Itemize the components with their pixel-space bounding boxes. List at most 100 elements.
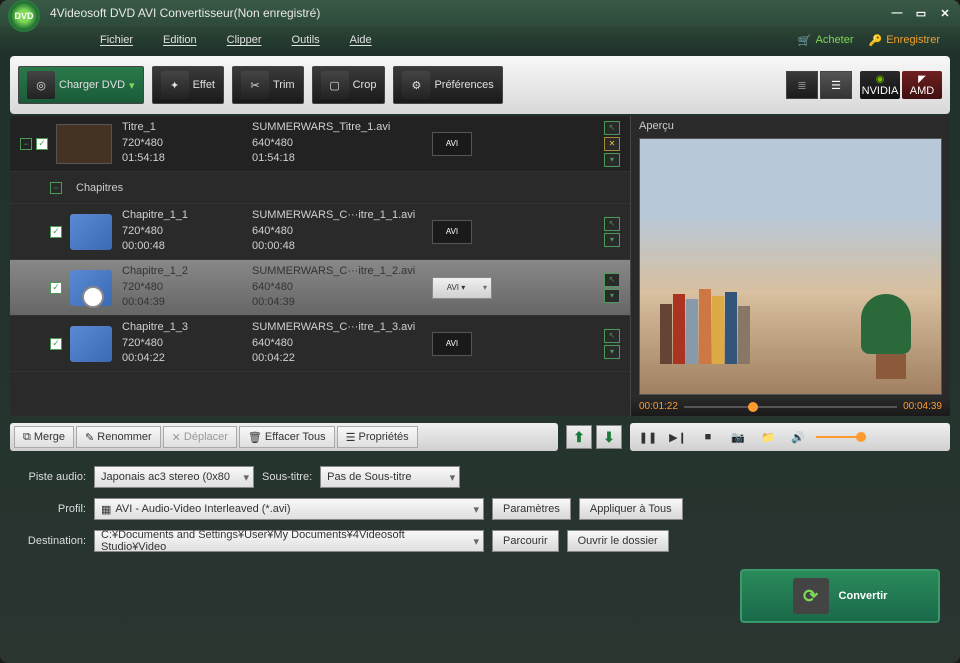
open-folder-button[interactable]: 📁 [756, 427, 780, 447]
crop-icon: ▢ [321, 71, 349, 99]
current-time: 00:01:22 [639, 401, 678, 412]
output-name: SUMMERWARS_Titre_1.avi [252, 120, 432, 135]
output-dur: 01:54:18 [252, 151, 432, 166]
params-button[interactable]: Paramètres [492, 498, 571, 520]
seek-slider[interactable] [684, 406, 897, 408]
effect-button[interactable]: ✦ Effet [152, 66, 224, 104]
crop-button[interactable]: ▢ Crop [312, 66, 386, 104]
item-res: 720*480 [122, 280, 252, 295]
list-row-selected[interactable]: ✓ Chapitre_1_2 720*480 00:04:39 SUMMERWA… [10, 260, 630, 316]
cart-icon: 🛒 [798, 34, 812, 47]
item-name: Chapitre_1_2 [122, 264, 252, 279]
row-edit-button[interactable]: ↖ [604, 121, 620, 135]
move-button[interactable]: ✕Déplacer [163, 426, 237, 448]
destination-field[interactable]: C:¥Documents and Settings¥User¥My Docume… [94, 530, 484, 552]
list-row-title[interactable]: − ✓ Titre_1 720*480 01:54:18 SUMMERWARS_… [10, 116, 630, 172]
preferences-button[interactable]: ⚙ Préférences [393, 66, 502, 104]
output-res: 640*480 [252, 280, 432, 295]
row-down-button[interactable]: ▾ [604, 289, 620, 303]
collapse-toggle[interactable]: − [20, 138, 32, 150]
collapse-toggle[interactable]: − [50, 182, 62, 194]
menu-edit[interactable]: Edition [163, 34, 197, 46]
row-checkbox[interactable]: ✓ [50, 226, 62, 238]
register-link[interactable]: 🔑Enregistrer [869, 34, 941, 47]
row-checkbox[interactable]: ✓ [36, 138, 48, 150]
item-dur: 01:54:18 [122, 151, 252, 166]
list-row[interactable]: ✓ Chapitre_1_1 720*480 00:00:48 SUMMERWA… [10, 204, 630, 260]
preview-label: Aperçu [631, 116, 950, 136]
total-time: 00:04:39 [903, 401, 942, 412]
step-button[interactable]: ▶❙ [666, 427, 690, 447]
pause-button[interactable]: ❚❚ [636, 427, 660, 447]
menu-help[interactable]: Aide [350, 34, 372, 46]
move-up-button[interactable]: ⬆ [566, 425, 592, 449]
row-delete-button[interactable]: ✕ [604, 137, 620, 151]
maximize-button[interactable]: ▭ [914, 6, 928, 20]
list-action-toolbar: ⧉Merge ✎Renommer ✕Déplacer 🗑Effacer Tous… [10, 423, 558, 451]
minimize-button[interactable]: — [890, 6, 904, 20]
menu-file[interactable]: Fichier [100, 34, 133, 46]
close-button[interactable]: ✕ [938, 6, 952, 20]
trim-button[interactable]: ✂ Trim [232, 66, 304, 104]
view-list-button[interactable]: ≣ [786, 71, 818, 99]
file-list-panel: − ✓ Titre_1 720*480 01:54:18 SUMMERWARS_… [10, 116, 630, 416]
browse-button[interactable]: Parcourir [492, 530, 559, 552]
row-checkbox[interactable]: ✓ [50, 282, 62, 294]
merge-button[interactable]: ⧉Merge [14, 426, 74, 448]
list-icon: ≣ [797, 79, 806, 92]
row-checkbox[interactable]: ✓ [50, 338, 62, 350]
output-res: 640*480 [252, 224, 432, 239]
item-dur: 00:00:48 [122, 239, 252, 254]
row-edit-button[interactable]: ↖ [604, 217, 620, 231]
clear-all-button[interactable]: 🗑Effacer Tous [239, 426, 335, 448]
timeline: 00:01:22 00:04:39 [631, 397, 950, 416]
move-down-button[interactable]: ⬇ [596, 425, 622, 449]
audio-track-dropdown[interactable]: Japonais ac3 stereo (0x80 [94, 466, 254, 488]
output-dur: 00:00:48 [252, 239, 432, 254]
format-dropdown[interactable]: AVI ▾ [432, 277, 492, 299]
chapters-header: − Chapitres [10, 172, 630, 204]
row-edit-button[interactable]: ↖ [604, 273, 620, 287]
menubar: Fichier Edition Clipper Outils Aide 🛒Ach… [0, 26, 960, 54]
nvidia-badge: ◉NVIDIA [860, 71, 900, 99]
convert-button[interactable]: ⟳ Convertir [740, 569, 940, 623]
row-down-button[interactable]: ▾ [604, 233, 620, 247]
preview-panel: Aperçu 00:01:22 00: [630, 116, 950, 416]
format-badge[interactable]: AVI [432, 220, 472, 244]
row-down-button[interactable]: ▾ [604, 153, 620, 167]
window-title: 4Videosoft DVD AVI Convertisseur(Non enr… [50, 6, 890, 20]
stop-button[interactable]: ■ [696, 427, 720, 447]
chapters-label: Chapitres [76, 182, 123, 194]
format-badge[interactable]: AVI [432, 132, 472, 156]
output-res: 640*480 [252, 136, 432, 151]
item-res: 720*480 [122, 136, 252, 151]
menu-clipper[interactable]: Clipper [227, 34, 262, 46]
volume-icon[interactable]: 🔊 [786, 427, 810, 447]
snapshot-button[interactable]: 📷 [726, 427, 750, 447]
profile-dropdown[interactable]: ▦AVI - Audio-Video Interleaved (*.avi) [94, 498, 484, 520]
subtitle-dropdown[interactable]: Pas de Sous-titre [320, 466, 460, 488]
gear-icon: ⚙ [402, 71, 430, 99]
row-edit-button[interactable]: ↖ [604, 329, 620, 343]
rename-button[interactable]: ✎Renommer [76, 426, 161, 448]
load-dvd-button[interactable]: ◎ Charger DVD ▾ [18, 66, 144, 104]
effect-icon: ✦ [161, 71, 189, 99]
settings-panel: Piste audio: Japonais ac3 stereo (0x80 S… [10, 466, 950, 552]
list-row[interactable]: ✓ Chapitre_1_3 720*480 00:04:22 SUMMERWA… [10, 316, 630, 372]
properties-button[interactable]: ☰Propriétés [337, 426, 418, 448]
chevron-down-icon: ▾ [129, 79, 135, 92]
subtitle-label: Sous-titre: [262, 471, 312, 483]
apply-all-button[interactable]: Appliquer à Tous [579, 498, 683, 520]
view-detail-button[interactable]: ☰ [820, 71, 852, 99]
open-dest-folder-button[interactable]: Ouvrir le dossier [567, 530, 669, 552]
item-name: Titre_1 [122, 120, 252, 135]
format-badge[interactable]: AVI [432, 332, 472, 356]
key-icon: 🔑 [869, 34, 883, 47]
row-down-button[interactable]: ▾ [604, 345, 620, 359]
menu-tools[interactable]: Outils [292, 34, 320, 46]
volume-slider[interactable] [816, 436, 866, 438]
app-window: DVD 4Videosoft DVD AVI Convertisseur(Non… [0, 0, 960, 663]
detail-icon: ☰ [831, 79, 841, 92]
preview-video [639, 138, 942, 395]
buy-link[interactable]: 🛒Acheter [798, 34, 854, 47]
